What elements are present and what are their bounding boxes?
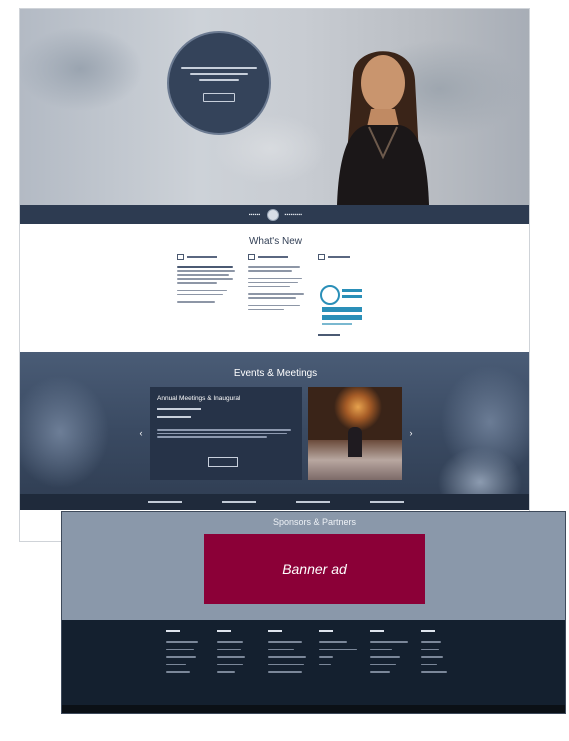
hero-background	[20, 9, 529, 205]
sponsors-title: Sponsors & Partners	[272, 517, 357, 527]
hero-person-photo	[337, 51, 429, 205]
event-learn-more-button[interactable]	[208, 457, 238, 467]
events-tab-1[interactable]	[147, 501, 182, 503]
whats-new-column-1	[177, 254, 237, 305]
events-section: Events & Meetings ‹ Annual Meetings & In…	[20, 352, 529, 510]
website-page: ▪▪▪▪▪▪ ▪▪▪▪▪▪▪▪▪ What's New Events & Mee…	[19, 8, 530, 542]
footer-column-3	[268, 630, 308, 679]
footer-bottom-bar	[62, 705, 565, 713]
whats-new-section: What's New	[20, 224, 529, 352]
we-are-more-logo	[318, 281, 366, 329]
events-tab-2[interactable]	[221, 501, 256, 503]
footer-links	[62, 620, 565, 705]
event-card-title: Annual Meetings & Inaugural	[157, 395, 241, 402]
banner-ad-label: Banner ad	[282, 561, 347, 577]
footer-column-6	[421, 630, 461, 679]
spotlight-icon	[318, 254, 325, 260]
hero-callout-circle	[167, 31, 271, 135]
footer-column-4	[319, 630, 359, 671]
hero-banner	[20, 9, 529, 205]
whats-new-column-2	[248, 254, 308, 313]
hero-cta-button[interactable]	[203, 92, 235, 102]
footer-column-1	[166, 630, 206, 679]
hero-caption-bar: ▪▪▪▪▪▪ ▪▪▪▪▪▪▪▪▪	[20, 205, 529, 224]
carousel-next-arrow-icon[interactable]: ›	[406, 427, 416, 439]
event-card: Annual Meetings & Inaugural	[150, 387, 302, 480]
screenshot-stage: ▪▪▪▪▪▪ ▪▪▪▪▪▪▪▪▪ What's New Events & Mee…	[0, 0, 569, 741]
event-photo	[308, 387, 402, 480]
events-tab-3[interactable]	[295, 501, 330, 503]
sponsors-footer-page: Sponsors & Partners Banner ad	[61, 511, 566, 714]
events-tab-4[interactable]	[369, 501, 404, 503]
events-tab-bar	[20, 494, 529, 510]
footer-column-5	[370, 630, 410, 679]
events-title: Events & Meetings	[233, 368, 318, 379]
whats-new-title: What's New	[248, 236, 303, 247]
banner-ad[interactable]: Banner ad	[204, 534, 425, 604]
newspaper-icon	[248, 254, 255, 260]
sponsors-section: Sponsors & Partners Banner ad	[62, 512, 565, 620]
document-icon	[177, 254, 184, 260]
footer-column-2	[217, 630, 257, 679]
whats-new-column-3	[318, 254, 378, 266]
carousel-prev-arrow-icon[interactable]: ‹	[136, 427, 146, 439]
seal-icon	[266, 208, 279, 221]
learn-more-link[interactable]	[318, 334, 340, 336]
